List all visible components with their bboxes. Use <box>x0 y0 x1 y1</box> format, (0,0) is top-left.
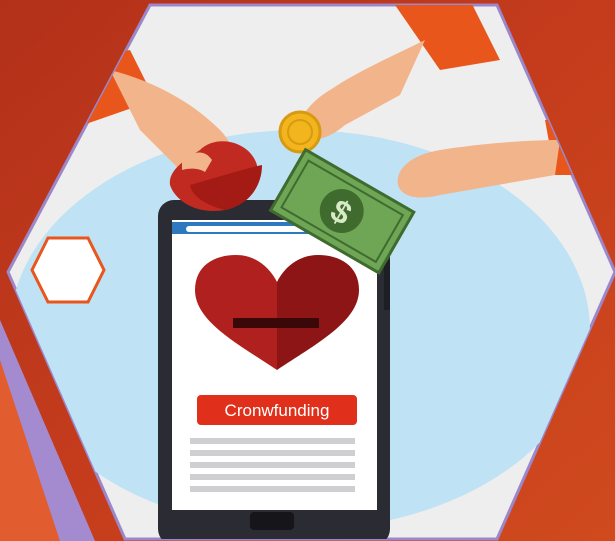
home-button <box>250 512 294 530</box>
hexagon-badge-icon <box>30 236 106 304</box>
coin-icon <box>278 110 322 154</box>
crowdfunding-illustration: Cronwfunding $ <box>0 0 615 541</box>
crowdfunding-label: Cronwfunding <box>225 401 330 420</box>
